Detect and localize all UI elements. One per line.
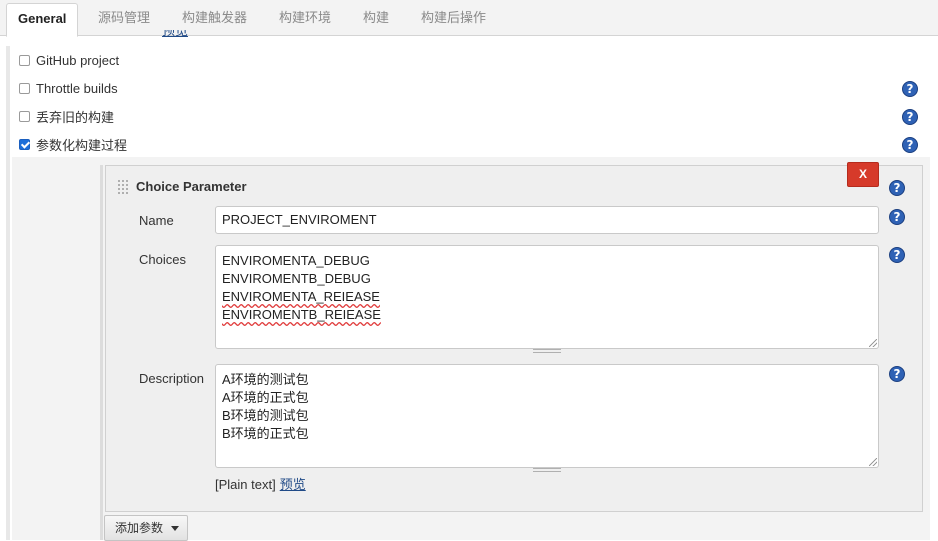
tab-general[interactable]: General <box>6 3 79 37</box>
option-discard-old-builds[interactable]: 丢弃旧的构建 <box>19 107 114 125</box>
name-label: Name <box>139 213 174 228</box>
resize-corner-icon[interactable] <box>869 339 877 347</box>
description-line: A环境的测试包 <box>222 372 309 387</box>
help-icon[interactable]: ? <box>889 209 905 225</box>
help-icon[interactable]: ? <box>902 109 918 125</box>
checkbox-parameterized-build[interactable] <box>19 138 30 150</box>
description-line: B环境的测试包 <box>222 408 309 423</box>
help-icon[interactable]: ? <box>889 247 905 263</box>
add-parameter-label: 添加参数 <box>115 521 164 535</box>
name-input[interactable]: PROJECT_ENVIROMENT <box>215 206 879 234</box>
choices-label: Choices <box>139 252 186 267</box>
choices-resize-grip[interactable] <box>533 349 561 353</box>
format-hint: [Plain text] 预览 <box>215 474 306 493</box>
description-textarea[interactable]: A环境的测试包 A环境的正式包 B环境的测试包 B环境的正式包 <box>215 364 879 468</box>
parameter-title: Choice Parameter <box>136 179 247 194</box>
delete-parameter-button[interactable]: X <box>847 162 879 187</box>
preview-link[interactable]: 预览 <box>280 477 306 492</box>
choice-line: ENVIROMENTA_REIEASE <box>222 289 380 304</box>
option-label: 丢弃旧的构建 <box>36 109 115 125</box>
tab-build-triggers[interactable]: 构建触发器 <box>182 0 247 36</box>
choice-line: ENVIROMENTB_REIEASE <box>222 307 381 322</box>
chevron-down-icon <box>171 526 179 531</box>
option-label: Throttle builds <box>36 80 118 96</box>
resize-corner-icon[interactable] <box>869 458 877 466</box>
description-line: B环境的正式包 <box>222 426 309 441</box>
description-label: Description <box>139 371 205 386</box>
checkbox-discard-old-builds[interactable] <box>19 110 30 122</box>
tab-build[interactable]: 构建 <box>363 0 389 36</box>
add-parameter-button[interactable]: 添加参数 <box>104 515 188 541</box>
description-resize-grip[interactable] <box>533 468 561 472</box>
drag-handle-icon[interactable] <box>117 179 129 195</box>
help-icon[interactable]: ? <box>902 137 918 153</box>
choice-line: ENVIROMENTA_DEBUG <box>222 253 370 268</box>
choices-textarea[interactable]: ENVIROMENTA_DEBUG ENVIROMENTB_DEBUG ENVI… <box>215 245 879 349</box>
option-github-project[interactable]: GitHub project <box>19 51 119 69</box>
parameter-indent-bar <box>100 165 103 540</box>
option-throttle-builds[interactable]: Throttle builds <box>19 79 118 97</box>
tab-build-environment[interactable]: 构建环境 <box>279 0 331 36</box>
tab-post-build[interactable]: 构建后操作 <box>421 0 486 36</box>
help-icon[interactable]: ? <box>889 366 905 382</box>
option-label: GitHub project <box>36 52 120 68</box>
section-indent-bar <box>6 46 10 540</box>
description-line: A环境的正式包 <box>222 390 309 405</box>
option-label: 参数化构建过程 <box>36 137 128 153</box>
clipped-link: 预览 <box>162 30 189 38</box>
checkbox-github-project[interactable] <box>19 54 30 66</box>
choice-line: ENVIROMENTB_DEBUG <box>222 271 371 286</box>
checkbox-throttle-builds[interactable] <box>19 82 30 94</box>
plain-text-label: [Plain text] <box>215 477 276 492</box>
help-icon[interactable]: ? <box>889 180 905 196</box>
option-parameterized-build[interactable]: 参数化构建过程 <box>19 135 127 153</box>
help-icon[interactable]: ? <box>902 81 918 97</box>
